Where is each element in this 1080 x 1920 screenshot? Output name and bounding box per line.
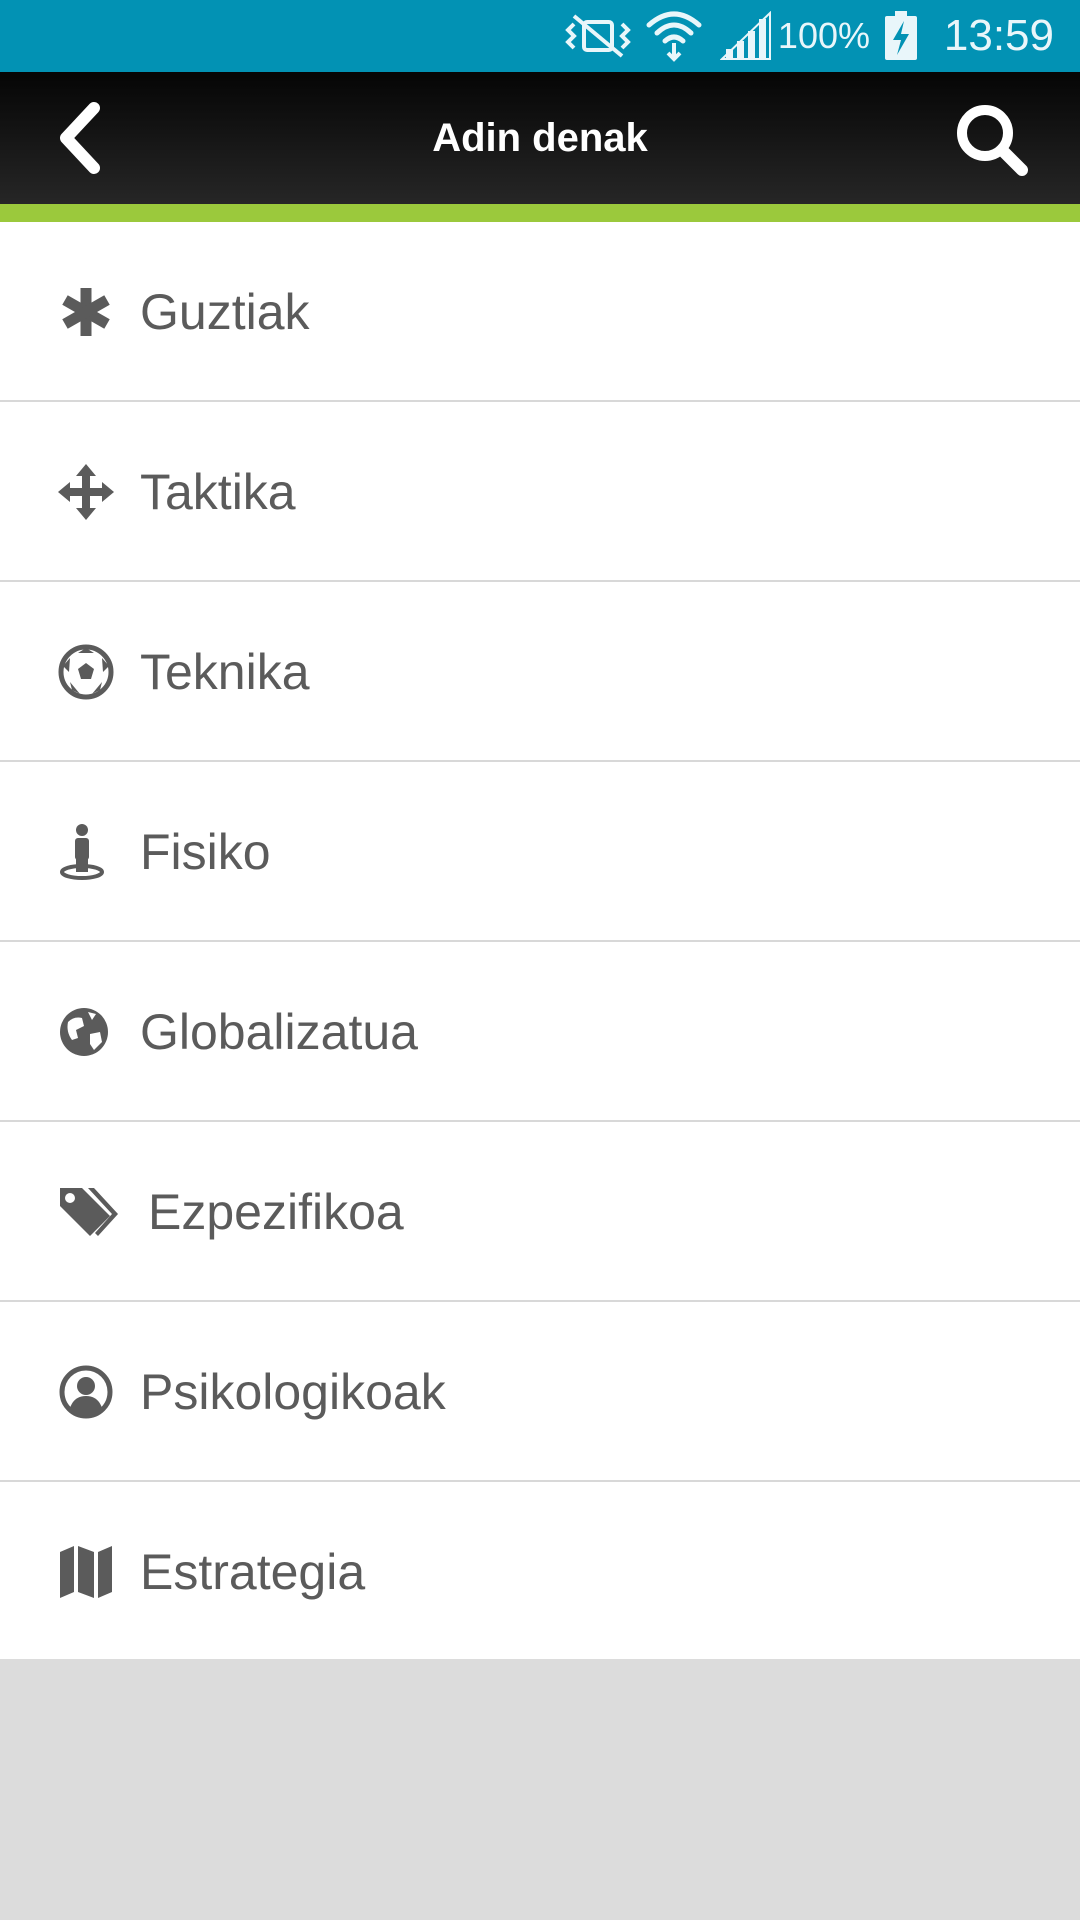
accent-bar xyxy=(0,204,1080,222)
list-item-globalizatua[interactable]: Globalizatua xyxy=(0,942,1080,1122)
vibrate-mute-icon xyxy=(560,0,636,72)
list-item-psikologikoak[interactable]: Psikologikoak xyxy=(0,1302,1080,1482)
person-standing-icon xyxy=(60,824,104,880)
page-title: Adin denak xyxy=(432,115,648,160)
list-item-label: Globalizatua xyxy=(140,1004,418,1060)
list-item-label: Psikologikoak xyxy=(140,1364,446,1420)
list-item-taktika[interactable]: Taktika xyxy=(0,402,1080,582)
list-item-fisiko[interactable]: Fisiko xyxy=(0,762,1080,942)
globe-icon xyxy=(60,1008,108,1056)
wifi-icon xyxy=(645,0,703,72)
list-item-label: Estrategia xyxy=(140,1544,366,1600)
list-item-label: Fisiko xyxy=(140,824,271,880)
category-list: Guztiak Taktika Teknika Fisiko Globaliza… xyxy=(0,222,1080,1659)
search-icon xyxy=(957,105,1028,176)
tags-icon xyxy=(60,1188,118,1236)
list-item-guztiak[interactable]: Guztiak xyxy=(0,222,1080,402)
signal-icon xyxy=(720,0,772,72)
list-item-label: Guztiak xyxy=(140,284,310,340)
list-item-label: Ezpezifikoa xyxy=(148,1184,404,1240)
arrows-move-icon xyxy=(58,464,114,520)
soccer-ball-icon xyxy=(58,644,114,700)
search-button[interactable] xyxy=(952,100,1032,180)
battery-charging-icon xyxy=(884,0,918,72)
asterisk-icon xyxy=(62,288,110,336)
battery-percent: 100% xyxy=(777,15,870,56)
list-item-estrategia[interactable]: Estrategia xyxy=(0,1482,1080,1662)
map-icon xyxy=(60,1546,112,1598)
user-circle-icon xyxy=(59,1365,113,1419)
list-item-label: Taktika xyxy=(140,464,296,520)
list-item-ezpezifikoa[interactable]: Ezpezifikoa xyxy=(0,1122,1080,1302)
status-bar: 100% 13:59 xyxy=(0,0,1080,72)
clock: 13:59 xyxy=(943,11,1054,60)
list-item-label: Teknika xyxy=(140,644,310,700)
list-item-teknika[interactable]: Teknika xyxy=(0,582,1080,762)
app-bar: Adin denak xyxy=(0,72,1080,204)
